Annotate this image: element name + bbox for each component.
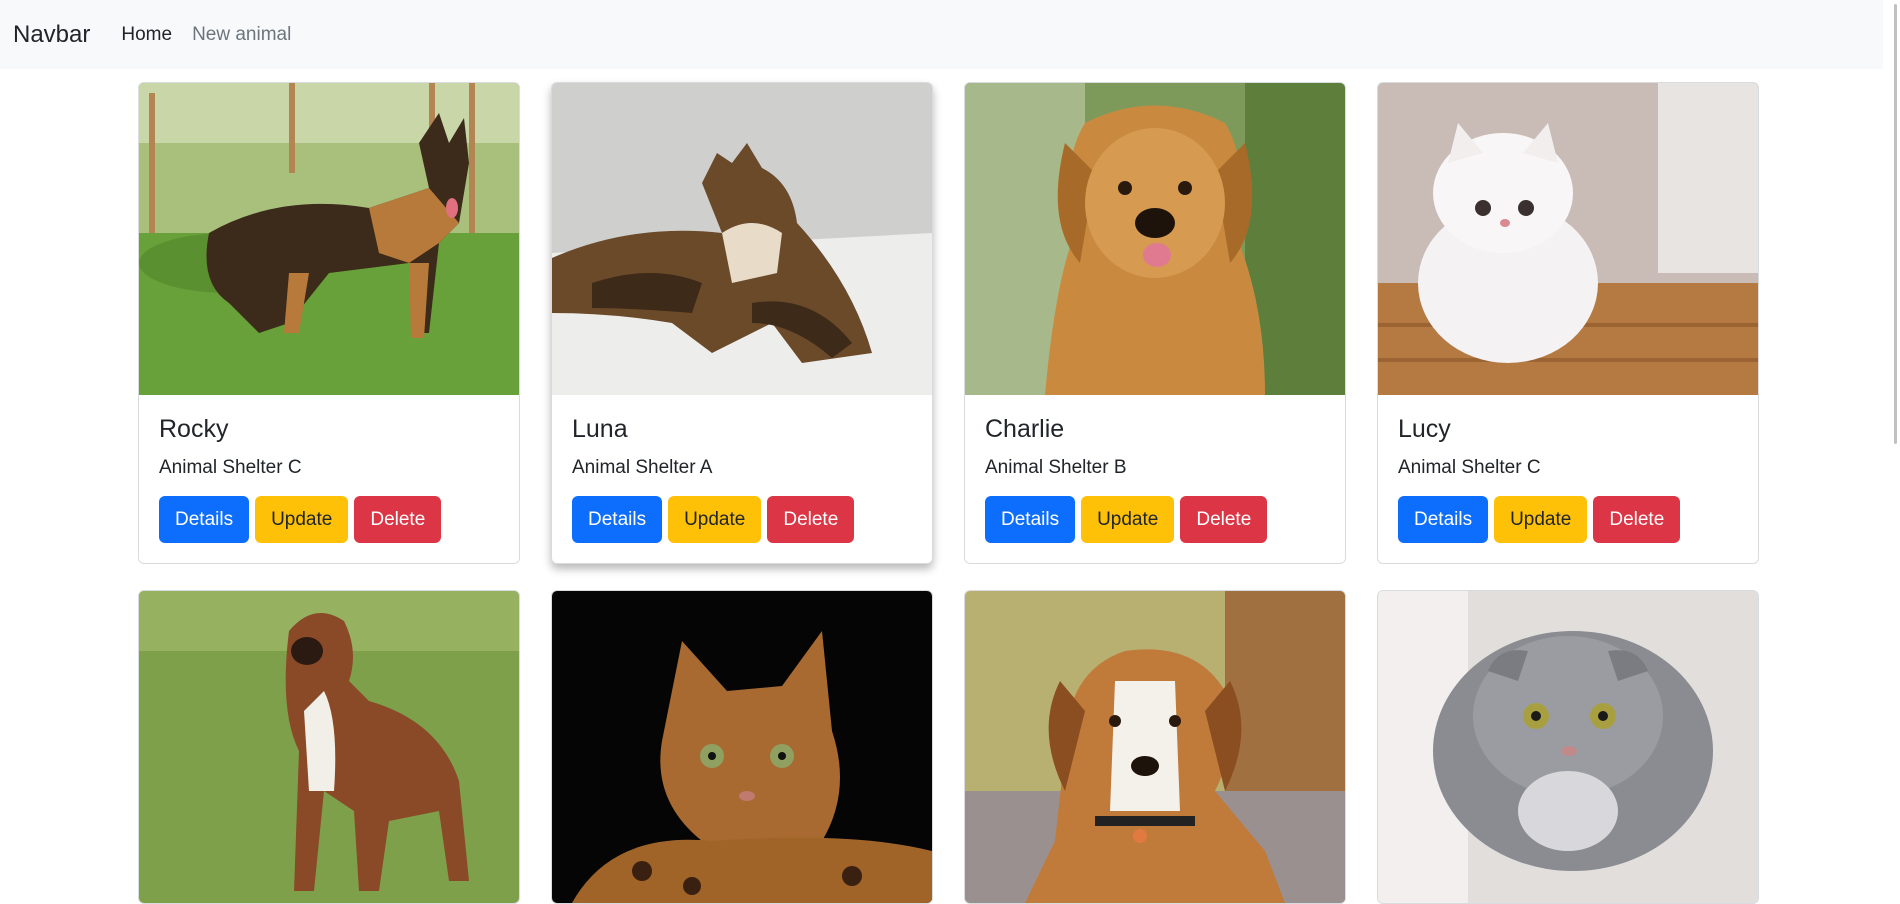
update-button[interactable]: Update	[1494, 496, 1588, 543]
animal-photo	[965, 591, 1345, 903]
animal-photo	[139, 591, 519, 903]
card-body: Lucy Animal Shelter C Details Update Del…	[1378, 395, 1758, 563]
card-actions: Details Update Delete	[985, 496, 1325, 543]
card-body: Luna Animal Shelter A Details Update Del…	[552, 395, 932, 563]
card-body: Charlie Animal Shelter B Details Update …	[965, 395, 1345, 563]
nav-link-home[interactable]: Home	[121, 24, 172, 46]
details-button[interactable]: Details	[985, 496, 1076, 543]
delete-button[interactable]: Delete	[767, 496, 855, 543]
details-button[interactable]: Details	[572, 496, 663, 543]
update-button[interactable]: Update	[668, 496, 762, 543]
animal-card-grid: Rocky Animal Shelter C Details Update De…	[138, 82, 1759, 904]
update-button[interactable]: Update	[255, 496, 349, 543]
animal-shelter: Animal Shelter C	[1398, 457, 1541, 478]
animal-photo	[139, 83, 519, 395]
animal-photo	[552, 83, 932, 395]
card-actions: Details Update Delete	[572, 496, 912, 543]
animal-shelter: Animal Shelter A	[572, 457, 713, 478]
navbar: Navbar Home New animal	[0, 0, 1900, 69]
animal-name: Luna	[572, 415, 628, 443]
scrollbar-thumb[interactable]	[1894, 4, 1897, 444]
animal-name: Lucy	[1398, 415, 1451, 443]
animal-card	[138, 590, 520, 904]
delete-button[interactable]: Delete	[354, 496, 442, 543]
animal-photo	[1378, 591, 1758, 903]
animal-card: Charlie Animal Shelter B Details Update …	[964, 82, 1346, 564]
card-actions: Details Update Delete	[1398, 496, 1738, 543]
animal-name: Charlie	[985, 415, 1065, 443]
animal-shelter: Animal Shelter C	[159, 457, 302, 478]
animal-photo	[552, 591, 932, 903]
animal-photo	[1378, 83, 1758, 395]
nav-link-new-animal[interactable]: New animal	[192, 24, 291, 46]
animal-card	[964, 590, 1346, 904]
navbar-brand[interactable]: Navbar	[13, 21, 90, 49]
delete-button[interactable]: Delete	[1593, 496, 1681, 543]
details-button[interactable]: Details	[1398, 496, 1489, 543]
animal-card: Luna Animal Shelter A Details Update Del…	[551, 82, 933, 564]
page-scrollbar[interactable]	[1883, 0, 1900, 875]
animal-card	[551, 590, 933, 904]
delete-button[interactable]: Delete	[1180, 496, 1268, 543]
animal-photo	[965, 83, 1345, 395]
card-actions: Details Update Delete	[159, 496, 499, 543]
animal-name: Rocky	[159, 415, 229, 443]
animal-card: Rocky Animal Shelter C Details Update De…	[138, 82, 520, 564]
animal-card: Lucy Animal Shelter C Details Update Del…	[1377, 82, 1759, 564]
update-button[interactable]: Update	[1081, 496, 1175, 543]
card-body: Rocky Animal Shelter C Details Update De…	[139, 395, 519, 563]
details-button[interactable]: Details	[159, 496, 250, 543]
animal-card	[1377, 590, 1759, 904]
animal-shelter: Animal Shelter B	[985, 457, 1127, 478]
